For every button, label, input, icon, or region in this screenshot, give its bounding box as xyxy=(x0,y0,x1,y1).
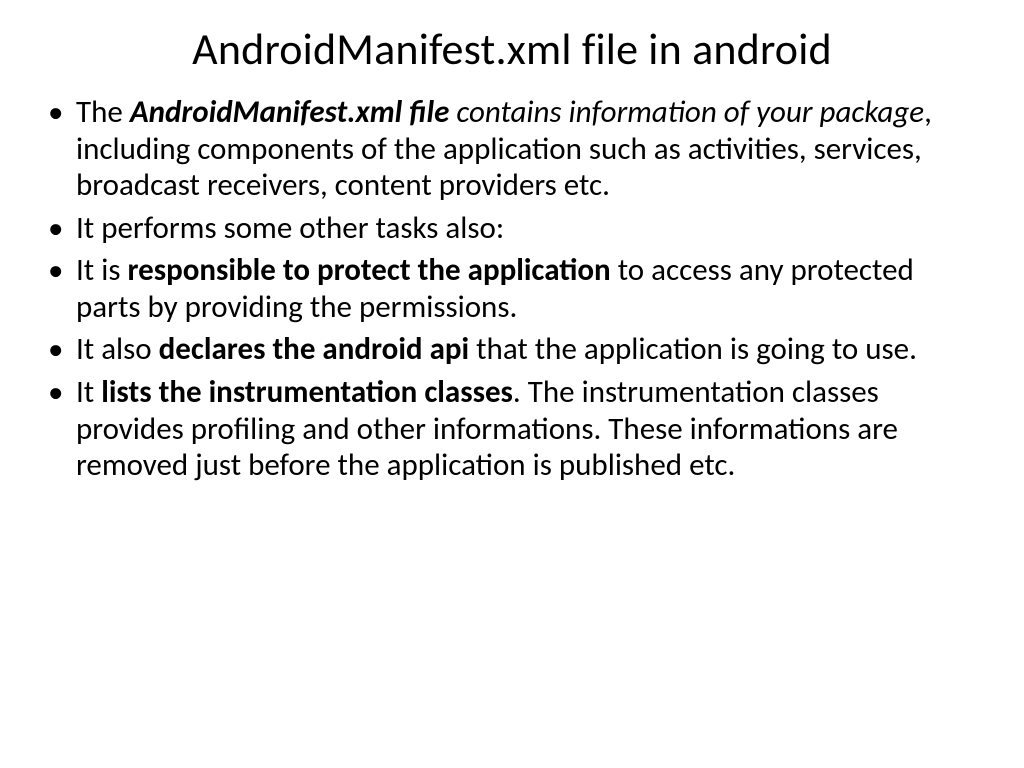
bullet-4-rest: that the application is going to use. xyxy=(469,330,917,368)
bullet-1-ital: contains information of your package xyxy=(449,93,924,131)
bullet-3: It is responsible to protect the applica… xyxy=(40,252,984,325)
bullet-list: The AndroidManifest.xml file contains in… xyxy=(40,94,984,484)
bullet-2: It performs some other tasks also: xyxy=(40,210,984,247)
slide-title: AndroidManifest.xml file in android xyxy=(40,22,984,76)
bullet-4: It also declares the android api that th… xyxy=(40,331,984,368)
bullet-4-bold: declares the android api xyxy=(159,330,469,368)
bullet-4-pre: It also xyxy=(76,330,159,368)
bullet-3-pre: It is xyxy=(76,251,127,289)
bullet-5-pre: It xyxy=(76,373,101,411)
slide: AndroidManifest.xml file in android The … xyxy=(0,0,1024,768)
bullet-1: The AndroidManifest.xml file contains in… xyxy=(40,94,984,204)
bullet-5: It lists the instrumentation classes. Th… xyxy=(40,374,984,484)
bullet-1-pre: The xyxy=(76,93,130,131)
bullet-2-text: It performs some other tasks also: xyxy=(76,209,504,247)
bullet-1-bold-ital: AndroidManifest.xml file xyxy=(130,93,449,131)
bullet-3-bold: responsible to protect the application xyxy=(127,251,610,289)
bullet-5-bold: lists the instrumentation classes xyxy=(101,373,513,411)
